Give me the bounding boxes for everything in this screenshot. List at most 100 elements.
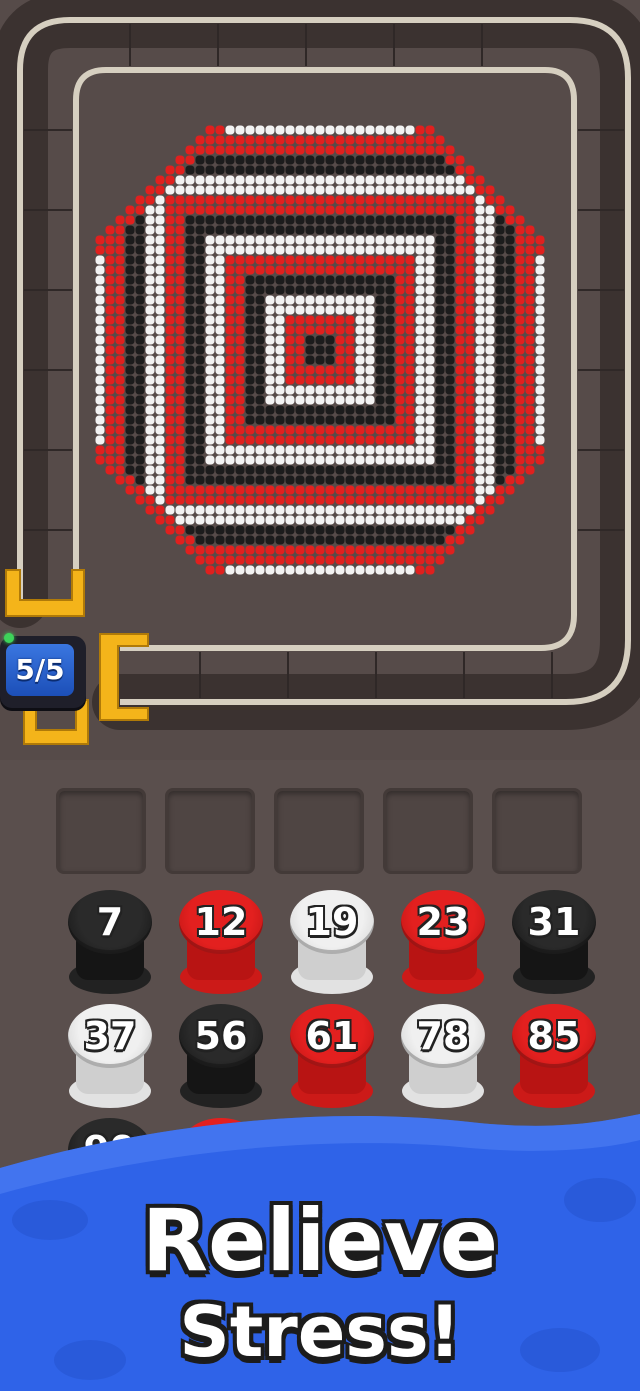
pixel-bead <box>255 415 265 425</box>
pixel-bead <box>175 325 185 335</box>
spool-37[interactable]: 37 <box>62 1004 158 1122</box>
pixel-bead <box>325 165 335 175</box>
pixel-bead <box>295 565 305 575</box>
pixel-bead <box>285 155 295 165</box>
pixel-bead <box>495 285 505 295</box>
pixel-bead <box>515 325 525 335</box>
pixel-bead <box>305 305 315 315</box>
pixel-bead <box>505 275 515 285</box>
pixel-bead <box>485 295 495 305</box>
pixel-bead <box>535 395 545 405</box>
pixel-bead <box>185 535 195 545</box>
spool-23[interactable]: 23 <box>395 890 491 1008</box>
pixel-bead <box>275 365 285 375</box>
pixel-bead <box>205 345 215 355</box>
pixel-bead <box>295 395 305 405</box>
pixel-bead <box>415 485 425 495</box>
pixel-bead <box>265 545 275 555</box>
pixel-bead <box>285 565 295 575</box>
spool-19[interactable]: 19 <box>284 890 380 1008</box>
pixel-bead <box>495 235 505 245</box>
pixel-bead <box>105 285 115 295</box>
pixel-bead <box>335 205 345 215</box>
pixel-bead <box>185 165 195 175</box>
pixel-bead <box>395 315 405 325</box>
pixel-bead <box>525 405 535 415</box>
pixel-bead <box>445 345 455 355</box>
pixel-bead <box>475 295 485 305</box>
pixel-bead <box>205 405 215 415</box>
pixel-bead <box>495 445 505 455</box>
pixel-bead <box>495 205 505 215</box>
pixel-bead <box>385 125 395 135</box>
pixel-bead <box>235 495 245 505</box>
spool-31[interactable]: 31 <box>506 890 602 1008</box>
spool-85[interactable]: 85 <box>506 1004 602 1122</box>
pixel-bead <box>295 195 305 205</box>
pixel-bead <box>385 175 395 185</box>
pixel-bead <box>375 485 385 495</box>
spool-number: 31 <box>527 900 581 944</box>
spool-7[interactable]: 7 <box>62 890 158 1008</box>
pixel-bead <box>375 535 385 545</box>
pixel-bead <box>505 325 515 335</box>
spool-61[interactable]: 61 <box>284 1004 380 1122</box>
pixel-bead <box>305 335 315 345</box>
pixel-bead <box>365 375 375 385</box>
pixel-bead <box>385 365 395 375</box>
pixel-bead <box>445 485 455 495</box>
pixel-bead <box>145 365 155 375</box>
pixel-bead <box>145 315 155 325</box>
pixel-bead <box>525 305 535 315</box>
pixel-bead <box>445 545 455 555</box>
pixel-bead <box>215 125 225 135</box>
pixel-bead <box>465 365 475 375</box>
empty-slot <box>383 788 473 874</box>
pixel-bead <box>225 395 235 405</box>
pixel-bead <box>215 395 225 405</box>
pixel-bead <box>405 125 415 135</box>
pixel-bead <box>515 375 525 385</box>
pixel-bead <box>245 545 255 555</box>
pixel-bead <box>345 565 355 575</box>
spool-78[interactable]: 78 <box>395 1004 491 1122</box>
pixel-bead <box>195 365 205 375</box>
pixel-bead <box>425 495 435 505</box>
pixel-bead <box>155 255 165 265</box>
pixel-bead <box>175 515 185 525</box>
pixel-bead <box>175 465 185 475</box>
pixel-bead <box>335 545 345 555</box>
pixel-bead <box>425 175 435 185</box>
pixel-bead <box>155 225 165 235</box>
pixel-bead <box>345 305 355 315</box>
pixel-bead <box>485 255 495 265</box>
pixel-bead <box>335 185 345 195</box>
pixel-bead <box>375 315 385 325</box>
pixel-bead <box>175 495 185 505</box>
pixel-bead <box>395 405 405 415</box>
pixel-bead <box>515 365 525 375</box>
pixel-bead <box>375 215 385 225</box>
pixel-bead <box>515 225 525 235</box>
spool-12[interactable]: 12 <box>173 890 269 1008</box>
pixel-bead <box>225 465 235 475</box>
pixel-bead <box>455 215 465 225</box>
pixel-bead <box>175 395 185 405</box>
pixel-bead <box>245 335 255 345</box>
pixel-bead <box>465 445 475 455</box>
pixel-bead <box>315 555 325 565</box>
pixel-bead <box>375 185 385 195</box>
pixel-bead <box>245 425 255 435</box>
pixel-bead <box>335 465 345 475</box>
pixel-bead <box>305 365 315 375</box>
pixel-bead <box>195 505 205 515</box>
pixel-bead <box>315 195 325 205</box>
pixel-bead <box>185 145 195 155</box>
pixel-bead <box>245 485 255 495</box>
pixel-bead <box>195 275 205 285</box>
pixel-bead <box>235 325 245 335</box>
pixel-bead <box>165 385 175 395</box>
spool-56[interactable]: 56 <box>173 1004 269 1122</box>
pixel-bead <box>345 335 355 345</box>
pixel-bead <box>365 175 375 185</box>
